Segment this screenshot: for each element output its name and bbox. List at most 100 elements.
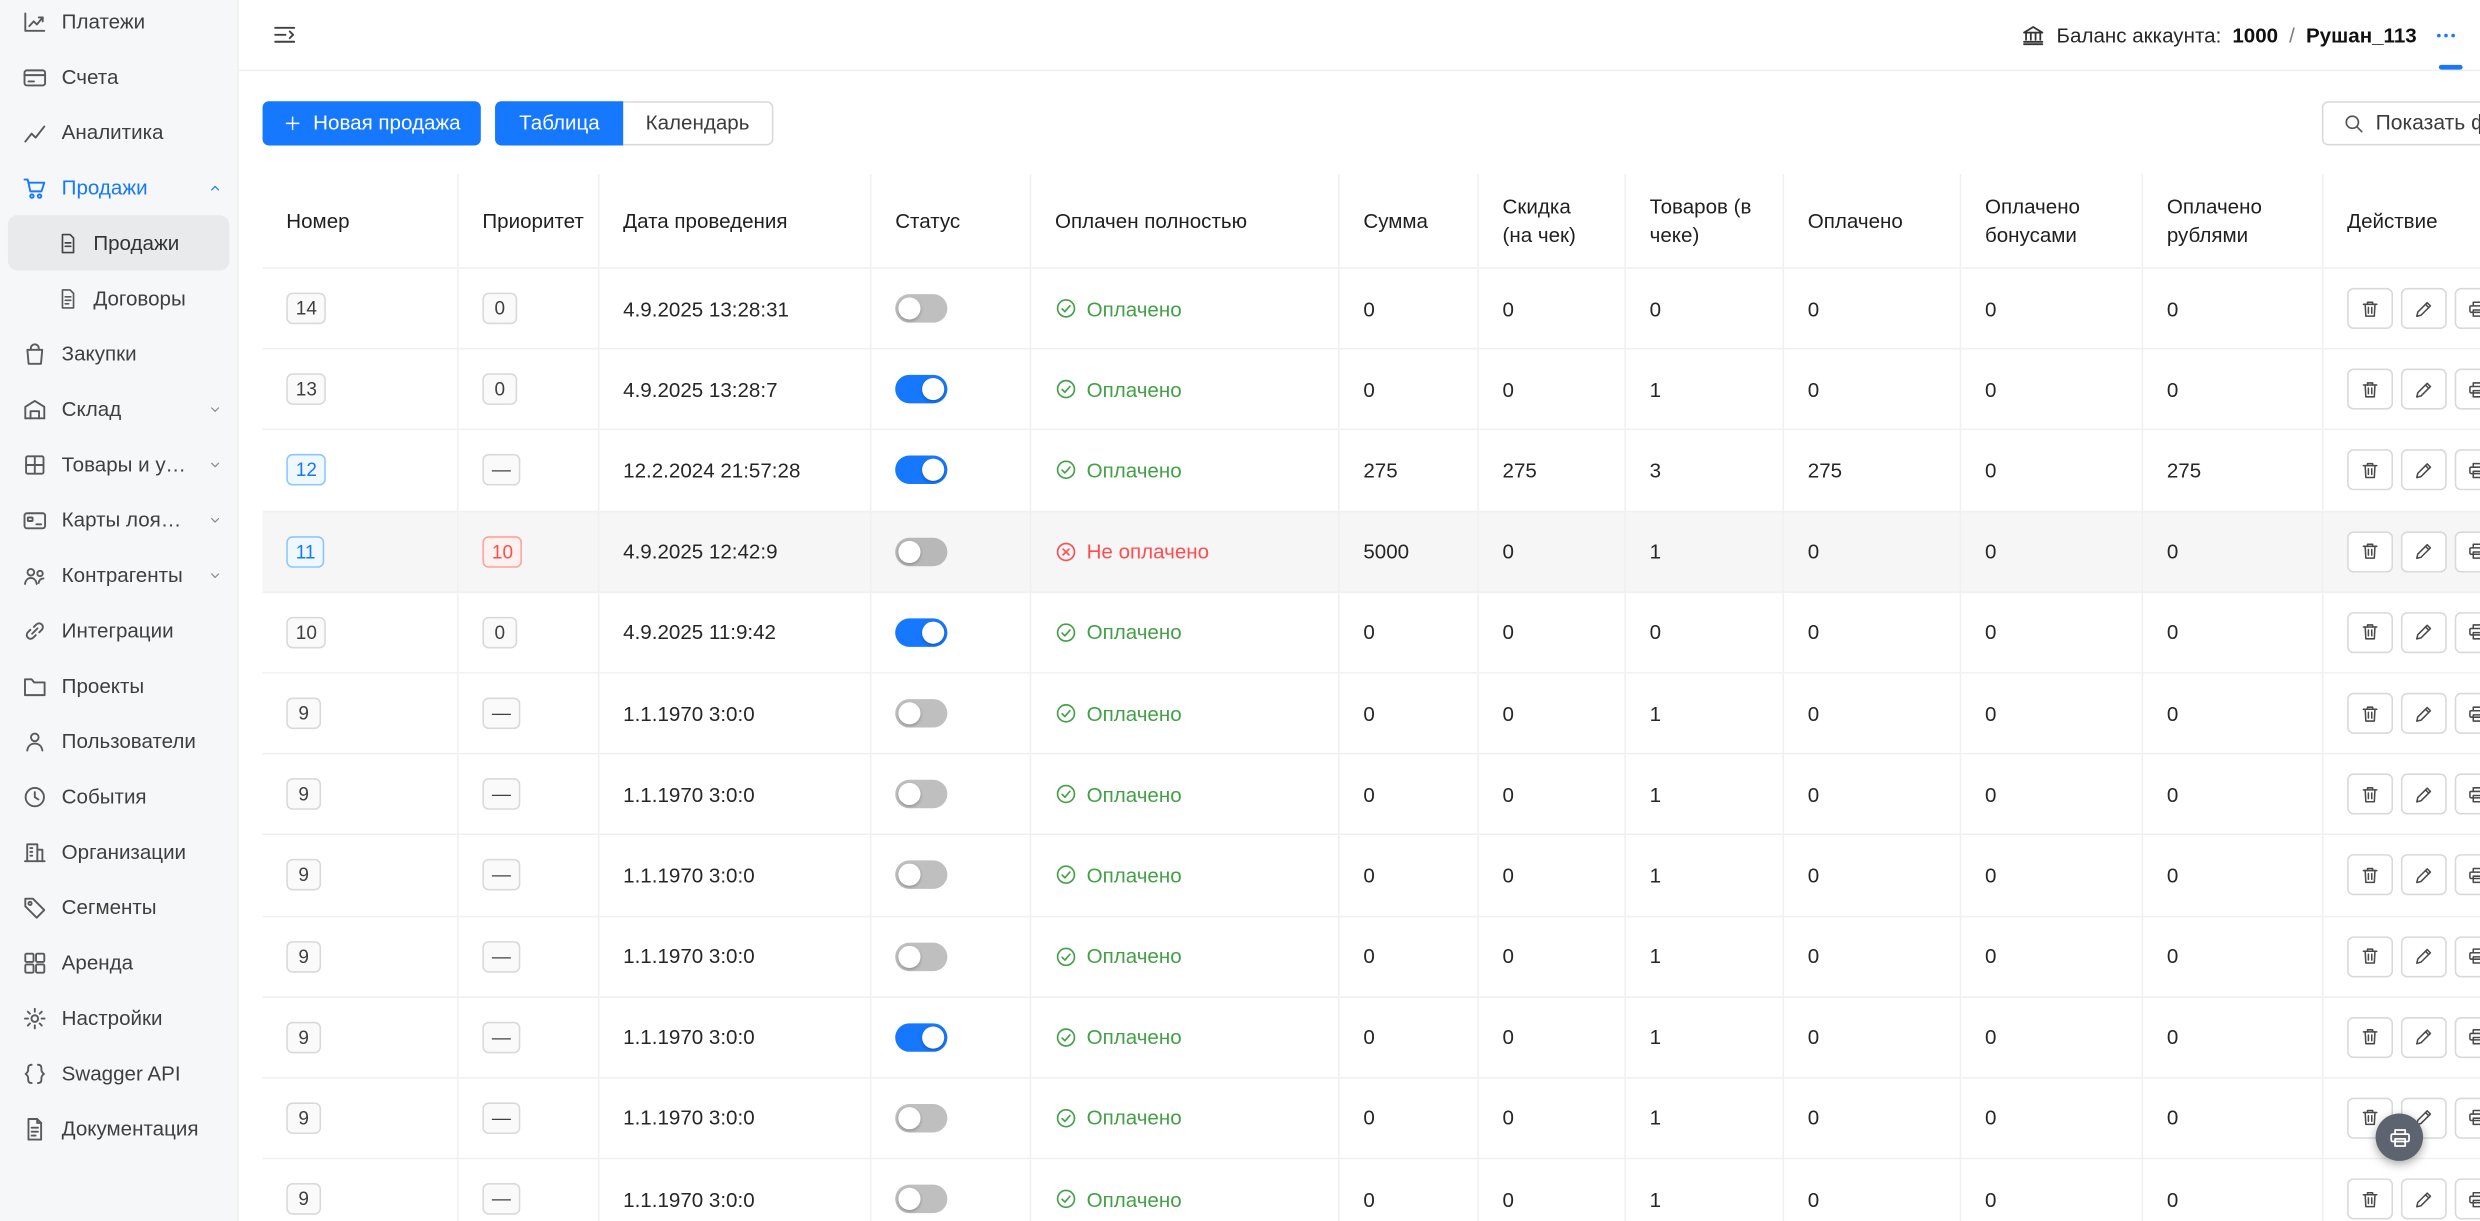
delete-action-button[interactable] (2347, 612, 2393, 653)
cell-date: 4.9.2025 11:9:42 (599, 593, 871, 672)
print-action-button[interactable] (2455, 288, 2480, 329)
table-row[interactable]: 9—1.1.1970 3:0:0Оплачено001000 (263, 917, 2480, 998)
status-switch[interactable] (895, 618, 947, 646)
table-row[interactable]: 11104.9.2025 12:42:9Не оплачено500001000 (263, 512, 2480, 593)
sidebar-item-invoices[interactable]: Счета (0, 49, 237, 104)
edit-action-button[interactable] (2401, 693, 2447, 734)
sidebar-item-sales[interactable]: Продажи (0, 160, 237, 215)
sidebar-collapse-button[interactable] (272, 22, 297, 47)
edit-action-button[interactable] (2401, 855, 2447, 896)
print-action-button[interactable] (2455, 612, 2480, 653)
cell-status (871, 917, 1031, 996)
paid_bonus-text: 0 (1985, 540, 1996, 564)
status-switch[interactable] (895, 699, 947, 727)
delete-action-button[interactable] (2347, 936, 2393, 977)
print-action-button[interactable] (2455, 774, 2480, 815)
switch-knob (898, 864, 920, 886)
edit-action-button[interactable] (2401, 531, 2447, 572)
status-switch[interactable] (895, 1185, 947, 1213)
edit-action-button[interactable] (2401, 369, 2447, 410)
sidebar-item-users[interactable]: Пользователи (0, 713, 237, 768)
delete-action-button[interactable] (2347, 855, 2393, 896)
print-action-button[interactable] (2455, 1179, 2480, 1220)
sidebar-item-purchases[interactable]: Закупки (0, 326, 237, 381)
print-action-button[interactable] (2455, 369, 2480, 410)
edit-action-button[interactable] (2401, 774, 2447, 815)
print-action-button[interactable] (2455, 531, 2480, 572)
table-row[interactable]: 1404.9.2025 13:28:31Оплачено000000 (263, 269, 2480, 350)
print-action-button[interactable] (2455, 855, 2480, 896)
new-sale-button[interactable]: Новая продажа (263, 100, 482, 144)
delete-action-button[interactable] (2347, 531, 2393, 572)
sidebar-item-organizations[interactable]: Организации (0, 824, 237, 879)
status-switch[interactable] (895, 294, 947, 322)
sidebar-item-analytics[interactable]: Аналитика (0, 104, 237, 159)
table-row[interactable]: 9—1.1.1970 3:0:0Оплачено001000 (263, 836, 2480, 917)
edit-action-button[interactable] (2401, 936, 2447, 977)
sidebar-item-sales-list[interactable]: Продажи (8, 215, 229, 270)
view-tab-calendar[interactable]: Календарь (622, 100, 773, 144)
sidebar-item-segments[interactable]: Сегменты (0, 879, 237, 934)
paid_rub-text: 0 (2167, 540, 2178, 564)
cell-status (871, 674, 1031, 753)
sidebar-item-settings[interactable]: Настройки (0, 990, 237, 1045)
table-row[interactable]: 1004.9.2025 11:9:42Оплачено000000 (263, 593, 2480, 674)
delete-action-button[interactable] (2347, 693, 2393, 734)
table-row[interactable]: 9—1.1.1970 3:0:0Оплачено001000 (263, 674, 2480, 755)
status-switch[interactable] (895, 942, 947, 970)
print-action-button[interactable] (2455, 1098, 2480, 1139)
sidebar-item-payments[interactable]: Платежи (0, 0, 237, 49)
table-row[interactable]: 9—1.1.1970 3:0:0Оплачено001000 (263, 998, 2480, 1079)
sidebar-item-counterparties[interactable]: Контрагенты (0, 547, 237, 602)
status-switch[interactable] (895, 1104, 947, 1132)
table-row[interactable]: 9—1.1.1970 3:0:0Оплачено001000 (263, 1078, 2480, 1159)
edit-action-button[interactable] (2401, 1179, 2447, 1220)
status-switch[interactable] (895, 861, 947, 889)
sidebar-item-rent[interactable]: Аренда (0, 935, 237, 990)
paid-status: Оплачено (1055, 1106, 1182, 1130)
cell-status (871, 1078, 1031, 1157)
table-row[interactable]: 1304.9.2025 13:28:7Оплачено001000 (263, 350, 2480, 431)
edit-action-button[interactable] (2401, 288, 2447, 329)
delete-action-button[interactable] (2347, 450, 2393, 491)
delete-action-button[interactable] (2347, 288, 2393, 329)
status-switch[interactable] (895, 456, 947, 484)
print-action-button[interactable] (2455, 936, 2480, 977)
status-switch[interactable] (895, 375, 947, 403)
table-row[interactable]: 12—12.2.2024 21:57:28Оплачено27527532750… (263, 431, 2480, 512)
sidebar-item-integrations[interactable]: Интеграции (0, 603, 237, 658)
sidebar-item-loyalty-cards[interactable]: Карты лояльности (0, 492, 237, 547)
cell-paid_amount: 0 (1784, 1078, 1961, 1157)
print-action-button[interactable] (2455, 450, 2480, 491)
table-header-row: НомерПриоритетДата проведенияСтатусОплач… (263, 174, 2480, 269)
view-tab-table[interactable]: Таблица (495, 100, 623, 144)
delete-action-button[interactable] (2347, 774, 2393, 815)
cell-paid_bonus: 0 (1961, 593, 2143, 672)
priority-badge: 0 (482, 617, 517, 649)
delete-action-button[interactable] (2347, 1017, 2393, 1058)
sidebar-item-swagger-api[interactable]: Swagger API (0, 1045, 237, 1100)
sidebar-item-contracts[interactable]: Договоры (0, 270, 237, 325)
sidebar-item-events[interactable]: События (0, 769, 237, 824)
edit-action-button[interactable] (2401, 1017, 2447, 1058)
delete-action-button[interactable] (2347, 1179, 2393, 1220)
status-switch[interactable] (895, 1023, 947, 1051)
sidebar-item-goods-services[interactable]: Товары и услуги (0, 437, 237, 492)
print-action-button[interactable] (2455, 1017, 2480, 1058)
print-action-button[interactable] (2455, 693, 2480, 734)
status-switch[interactable] (895, 537, 947, 565)
more-menu-button[interactable] (2434, 23, 2458, 47)
sidebar-item-documentation[interactable]: Документация (0, 1101, 237, 1156)
show-filters-button[interactable]: Показать фильтры (2322, 100, 2480, 144)
floating-print-button[interactable] (2376, 1113, 2423, 1160)
check-circle-icon (1055, 1026, 1077, 1048)
edit-action-button[interactable] (2401, 612, 2447, 653)
col-header-priority[interactable]: Приоритет (459, 174, 600, 267)
edit-action-button[interactable] (2401, 450, 2447, 491)
delete-action-button[interactable] (2347, 369, 2393, 410)
status-switch[interactable] (895, 780, 947, 808)
sidebar-item-warehouse[interactable]: Склад (0, 381, 237, 436)
sidebar-item-projects[interactable]: Проекты (0, 658, 237, 713)
table-row[interactable]: 9—1.1.1970 3:0:0Оплачено001000 (263, 1159, 2480, 1221)
table-row[interactable]: 9—1.1.1970 3:0:0Оплачено001000 (263, 755, 2480, 836)
